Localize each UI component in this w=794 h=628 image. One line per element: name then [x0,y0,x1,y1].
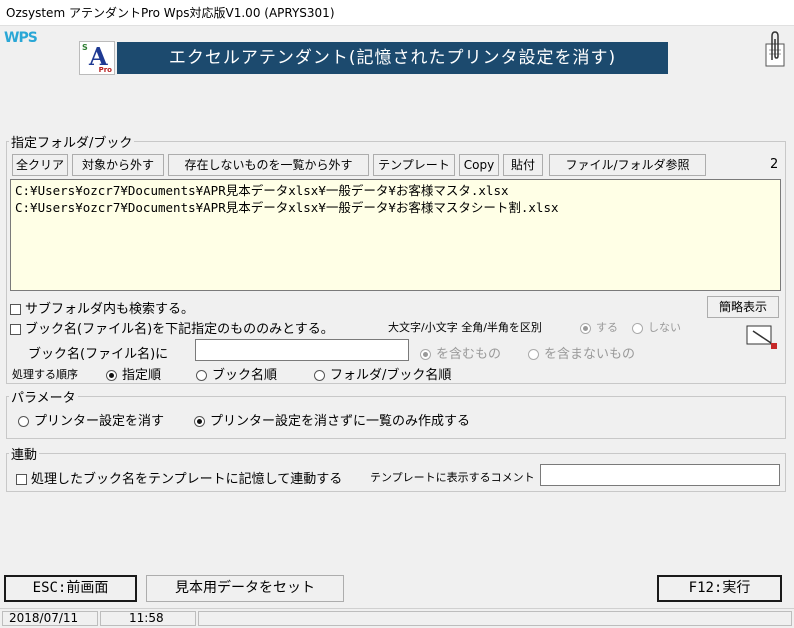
wps-logo: WPS [4,30,38,46]
link-checkbox-label: 処理したブック名をテンプレートに記憶して連動する [31,472,343,487]
order-label: 処理する順序 [12,368,78,381]
app-logo: S A Pro [79,41,115,75]
params-legend: パラメータ [11,391,76,406]
order-option-folder-book[interactable]: フォルダ/ブック名順 [314,364,451,383]
order-book-label: ブック名順 [212,368,278,383]
template-button[interactable]: テンプレート [373,154,455,176]
status-bar: 2018/07/11 11:58 [0,608,794,628]
contains-label: を含むもの [436,347,502,362]
contains-option[interactable]: を含むもの [420,343,501,362]
window-title: Ozsystem アテンダントPro Wps対応版V1.00 (APRYS301… [0,0,794,26]
param-option-2-label: プリンター設定を消さずに一覧のみ作成する [210,414,471,429]
folder-section-legend: 指定フォルダ/ブック [11,136,133,151]
contains-radio[interactable] [420,349,431,360]
not-contains-radio[interactable] [528,349,539,360]
subfolder-label: サブフォルダ内も検索する。 [25,302,195,317]
param-option-2-radio[interactable] [194,416,205,427]
clear-all-button[interactable]: 全クリア [12,154,68,176]
order-specified-radio[interactable] [106,370,117,381]
copy-button[interactable]: Copy [459,154,499,176]
logo-pro: Pro [98,66,112,74]
not-contains-label: を含まないもの [544,347,636,362]
paste-button[interactable]: 貼付 [503,154,543,176]
list-item[interactable]: C:¥Users¥ozcr7¥Documents¥APR見本データxlsx¥一般… [15,182,776,199]
case-no-option[interactable]: しない [632,319,681,335]
param-option-1[interactable]: プリンター設定を消す [18,410,164,429]
browse-button[interactable]: ファイル/フォルダ参照 [549,154,706,176]
edit-icon[interactable] [745,322,779,350]
case-no-radio[interactable] [632,322,643,334]
sample-data-button[interactable]: 見本用データをセット [146,575,344,602]
name-filter-label: ブック名(ファイル名)を下記指定のもののみとする。 [25,322,334,337]
case-yes-radio[interactable] [580,322,591,334]
f12-execute-button[interactable]: F12:実行 [657,575,782,602]
simple-view-button[interactable]: 簡略表示 [707,296,779,318]
subfolder-option[interactable]: サブフォルダ内も検索する。 [10,298,194,317]
list-item[interactable]: C:¥Users¥ozcr7¥Documents¥APR見本データxlsx¥一般… [15,199,776,216]
case-no-label: しない [648,321,681,334]
param-option-1-radio[interactable] [18,416,29,427]
file-count: 2 [770,157,779,172]
comment-label: テンプレートに表示するコメント [370,471,535,484]
path-list[interactable]: C:¥Users¥ozcr7¥Documents¥APR見本データxlsx¥一般… [10,179,781,291]
case-yes-option[interactable]: する [580,319,618,335]
exclude-button[interactable]: 対象から外す [72,154,164,176]
order-option-book[interactable]: ブック名順 [196,364,277,383]
link-checkbox[interactable] [16,474,27,485]
param-option-2[interactable]: プリンター設定を消さずに一覧のみ作成する [194,410,470,429]
status-time: 11:58 [100,611,196,626]
paperclip-icon[interactable] [762,30,788,68]
name-filter-option[interactable]: ブック名(ファイル名)を下記指定のもののみとする。 [10,318,334,337]
book-name-input[interactable] [195,339,409,361]
subfolder-checkbox[interactable] [10,304,21,315]
order-book-radio[interactable] [196,370,207,381]
param-option-1-label: プリンター設定を消す [34,414,165,429]
order-option-specified[interactable]: 指定順 [106,364,161,383]
not-contains-option[interactable]: を含まないもの [528,343,635,362]
case-label: 大文字/小文字 全角/半角を区別 [388,321,542,334]
case-yes-label: する [596,321,618,334]
order-specified-label: 指定順 [122,368,162,383]
name-filter-checkbox[interactable] [10,324,21,335]
esc-back-button[interactable]: ESC:前画面 [4,575,137,602]
remove-missing-button[interactable]: 存在しないものを一覧から外す [168,154,369,176]
logo-s: S [82,43,88,52]
status-date: 2018/07/11 [2,611,98,626]
page-title-banner: エクセルアテンダント(記憶されたプリンタ設定を消す) [117,42,668,74]
comment-input[interactable] [540,464,780,486]
order-folder-book-label: フォルダ/ブック名順 [330,368,452,383]
book-name-label: ブック名(ファイル名)に [28,347,169,362]
order-folder-book-radio[interactable] [314,370,325,381]
link-option[interactable]: 処理したブック名をテンプレートに記憶して連動する [16,468,342,487]
link-legend: 連動 [11,448,38,463]
status-message [198,611,792,626]
